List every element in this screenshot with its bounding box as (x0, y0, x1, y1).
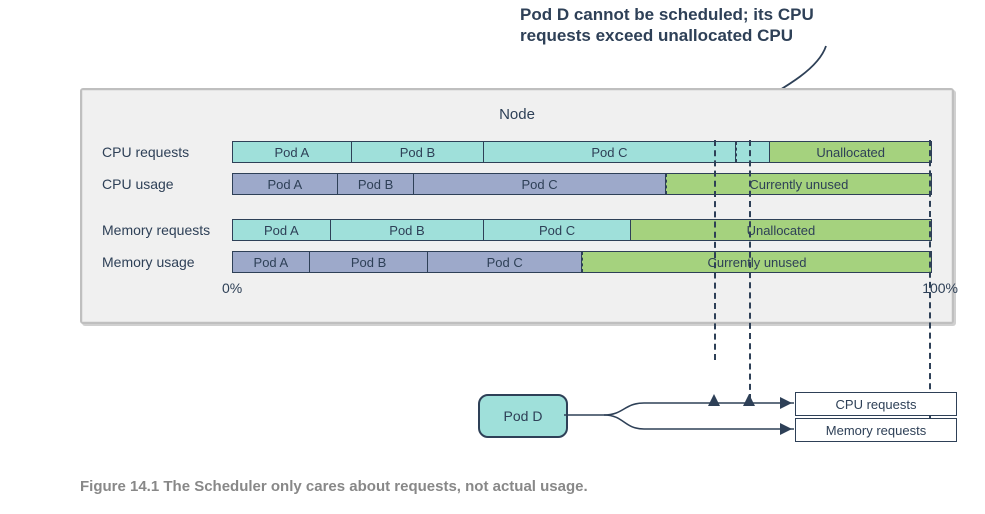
figure-caption: Figure 14.1 The Scheduler only cares abo… (80, 478, 588, 495)
arrow-to-mem-box (780, 423, 796, 435)
seg-unallocated: Unallocated (631, 220, 931, 240)
guide-cpu-alloc-end (714, 140, 716, 360)
caption-rest: The Scheduler only cares about requests,… (159, 478, 587, 495)
row-mem-requests: Memory requests Pod A Pod B Pod C Unallo… (102, 216, 932, 244)
node-title: Node (82, 106, 952, 123)
bar-mem-usage: Pod A Pod B Pod C Currently unused (232, 251, 932, 273)
arrow-cpu-alloc (706, 394, 722, 410)
scale-min: 0% (222, 280, 242, 296)
seg-slack (736, 142, 771, 162)
row-cpu-requests: CPU requests Pod A Pod B Pod C Unallocat… (102, 138, 932, 166)
seg-pod-a: Pod A (233, 220, 331, 240)
seg-pod-a: Pod A (233, 142, 352, 162)
seg-unused: Currently unused (666, 174, 931, 194)
seg-pod-c: Pod C (484, 220, 631, 240)
node-container: Node CPU requests Pod A Pod B Pod C Unal… (80, 88, 954, 324)
arrow-to-cpu-box (780, 397, 796, 409)
arrow-cpu-slack (741, 394, 757, 410)
seg-pod-c: Pod C (428, 252, 582, 272)
seg-pod-b: Pod B (338, 174, 415, 194)
seg-unallocated: Unallocated (770, 142, 931, 162)
pod-d-box: Pod D (478, 394, 568, 438)
mem-request-box: Memory requests (795, 418, 957, 442)
row-label: Memory usage (102, 254, 232, 270)
row-mem-usage: Memory usage Pod A Pod B Pod C Currently… (102, 248, 932, 276)
row-label: CPU usage (102, 176, 232, 192)
caption-lead: Figure 14.1 (80, 478, 159, 495)
annotation-text: Pod D cannot be scheduled; its CPU reque… (520, 4, 850, 47)
row-cpu-usage: CPU usage Pod A Pod B Pod C Currently un… (102, 170, 932, 198)
bar-cpu-usage: Pod A Pod B Pod C Currently unused (232, 173, 932, 195)
cpu-request-box: CPU requests (795, 392, 957, 416)
seg-pod-c: Pod C (484, 142, 735, 162)
seg-pod-b: Pod B (331, 220, 485, 240)
diagram-canvas: Pod D cannot be scheduled; its CPU reque… (0, 0, 985, 514)
seg-unused: Currently unused (582, 252, 931, 272)
seg-pod-b: Pod B (310, 252, 429, 272)
guide-cpu-slack-end (749, 140, 751, 400)
bar-cpu-requests: Pod A Pod B Pod C Unallocated (232, 141, 932, 163)
row-label: CPU requests (102, 144, 232, 160)
pod-d-connector (564, 393, 794, 441)
scale-max: 100% (922, 280, 958, 296)
seg-pod-c: Pod C (414, 174, 665, 194)
seg-pod-a: Pod A (233, 174, 338, 194)
bar-mem-requests: Pod A Pod B Pod C Unallocated (232, 219, 932, 241)
seg-pod-b: Pod B (352, 142, 485, 162)
seg-pod-a: Pod A (233, 252, 310, 272)
row-label: Memory requests (102, 222, 232, 238)
